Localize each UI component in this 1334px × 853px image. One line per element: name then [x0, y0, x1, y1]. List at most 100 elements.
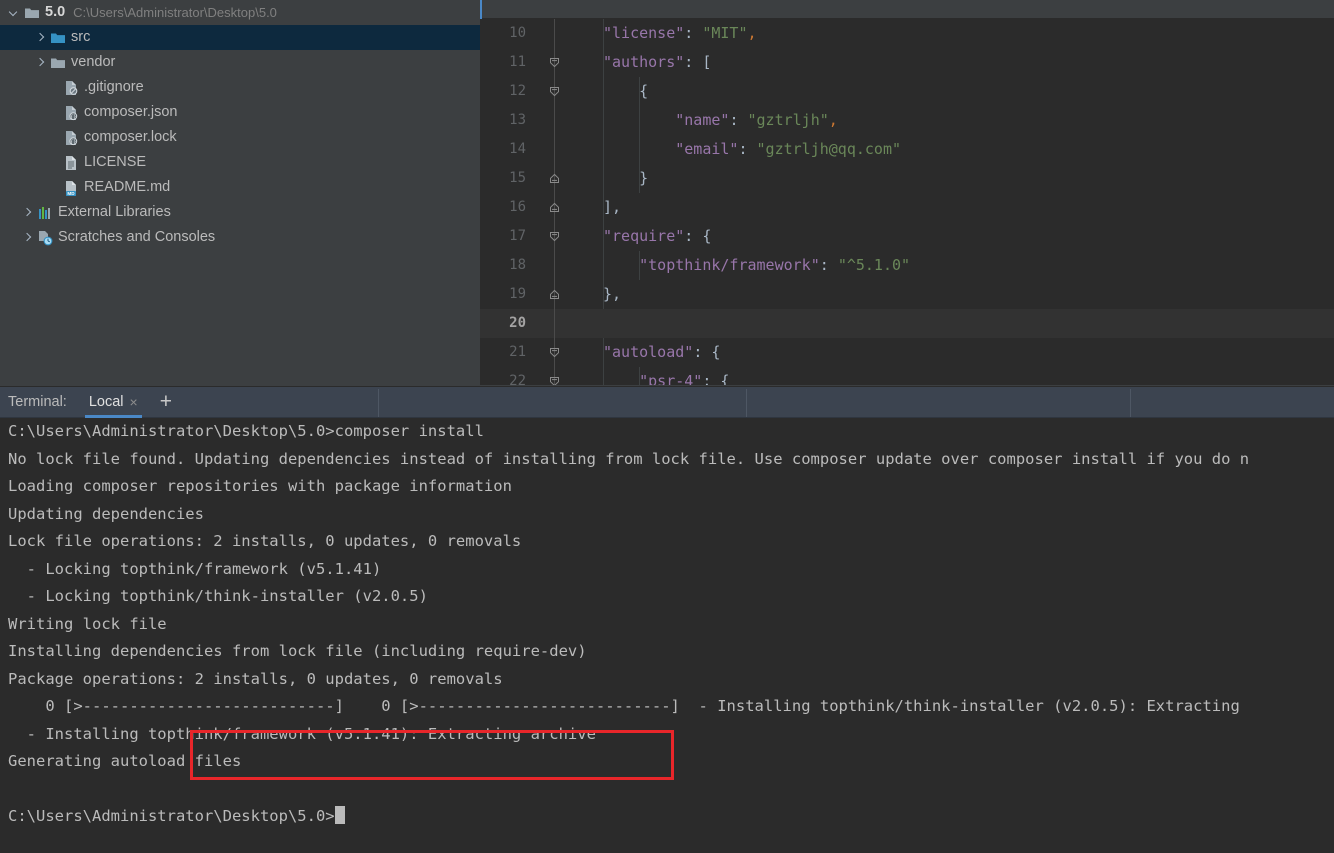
line-number: 16 [509, 199, 526, 215]
terminal-line: No lock file found. Updating dependencie… [8, 449, 1250, 468]
composer-lock-file-icon: {} [63, 130, 79, 146]
chevron-right-icon[interactable] [21, 206, 34, 219]
tree-item-label: README.md [84, 179, 171, 195]
svg-text:{}: {} [70, 114, 76, 120]
tree-item-label: composer.lock [84, 129, 177, 145]
terminal-line: - Locking topthink/think-installer (v2.0… [8, 587, 428, 605]
tree-item-label: composer.json [84, 104, 178, 120]
fold-guide-line [554, 19, 555, 48]
ide-window: 5.0 C:\Users\Administrator\Desktop\5.0 s… [0, 0, 1334, 853]
code-line[interactable]: 14 "email": "gztrljh@qq.com" [480, 135, 1334, 164]
code-text: } [603, 169, 649, 187]
fold-collapse-icon[interactable] [548, 367, 562, 385]
terminal-line: Loading composer repositories with packa… [8, 477, 512, 495]
fold-guide-line [554, 135, 555, 164]
gitignore-file-icon [63, 80, 79, 96]
line-number: 21 [509, 344, 526, 360]
fold-collapse-icon[interactable] [548, 77, 562, 106]
code-line[interactable]: 13 "name": "gztrljh", [480, 106, 1334, 135]
tree-row-src[interactable]: src [0, 25, 480, 50]
folder-icon [50, 30, 66, 46]
line-number: 10 [509, 25, 526, 41]
code-line[interactable]: 20 [480, 309, 1334, 338]
tree-row-root[interactable]: 5.0 C:\Users\Administrator\Desktop\5.0 [0, 0, 480, 25]
fold-guide-line [554, 106, 555, 135]
code-text: "autoload": { [603, 343, 721, 361]
chevron-right-icon[interactable] [34, 31, 47, 44]
code-text: "topthink/framework": "^5.1.0" [603, 256, 911, 274]
code-line[interactable]: 22 "psr-4": { [480, 367, 1334, 385]
fold-collapse-icon[interactable] [548, 338, 562, 367]
code-text: "require": { [603, 227, 712, 245]
fold-expand-icon[interactable] [548, 280, 562, 309]
composer-json-file-icon: {} [63, 105, 79, 121]
fold-collapse-icon[interactable] [548, 48, 562, 77]
terminal-cursor [334, 806, 345, 824]
terminal-line: Installing dependencies from lock file (… [8, 642, 587, 660]
terminal-line: Updating dependencies [8, 504, 204, 523]
chevron-right-icon[interactable] [34, 56, 47, 69]
add-terminal-tab-icon[interactable]: + [160, 391, 172, 412]
code-line[interactable]: 17 "require": { [480, 222, 1334, 251]
tree-row-composer-lock[interactable]: {} composer.lock [0, 125, 480, 150]
fold-collapse-icon[interactable] [548, 222, 562, 251]
code-text: "name": "gztrljh", [603, 111, 838, 129]
code-text: "license": "MIT", [603, 24, 757, 42]
code-line[interactable]: 21 "autoload": { [480, 338, 1334, 367]
code-line[interactable]: 11 "authors": [ [480, 48, 1334, 77]
tabbar-divider-1 [378, 389, 379, 417]
tree-row-license[interactable]: LICENSE [0, 150, 480, 175]
line-number: 18 [509, 257, 526, 273]
tree-row-readme-md[interactable]: MD README.md [0, 175, 480, 200]
chevron-down-icon[interactable] [8, 6, 21, 19]
tree-row-gitignore[interactable]: .gitignore [0, 75, 480, 100]
terminal-output[interactable]: C:\Users\Administrator\Desktop\5.0>compo… [0, 418, 1334, 853]
editor-top-strip [480, 0, 1334, 19]
line-number: 17 [509, 228, 526, 244]
terminal-line: - Locking topthink/framework (v5.1.41) [8, 559, 382, 578]
code-line[interactable]: 10 "license": "MIT", [480, 19, 1334, 48]
text-file-icon [63, 155, 79, 171]
line-number: 19 [509, 286, 526, 302]
tree-row-composer-json[interactable]: {} composer.json [0, 100, 480, 125]
close-icon[interactable]: × [130, 394, 138, 410]
terminal-line: Lock file operations: 2 installs, 0 upda… [8, 532, 522, 550]
fold-expand-icon[interactable] [548, 164, 562, 193]
terminal-tab-bar[interactable]: Terminal: Local × + [0, 386, 1334, 418]
code-line[interactable]: 16], [480, 193, 1334, 222]
terminal-line: 0 [>---------------------------] 0 [>---… [8, 697, 1240, 715]
terminal-tab-local[interactable]: Local × [84, 387, 142, 418]
terminal-line: C:\Users\Administrator\Desktop\5.0> [0, 803, 1334, 831]
terminal-line: C:\Users\Administrator\Desktop\5.0>compo… [8, 422, 484, 440]
code-line[interactable]: 19}, [480, 280, 1334, 309]
project-tool-window[interactable]: 5.0 C:\Users\Administrator\Desktop\5.0 s… [0, 0, 480, 385]
line-number: 20 [509, 315, 526, 331]
editor-pane[interactable]: 10 "license": "MIT", 11 "authors": [12 {13 … [480, 0, 1334, 385]
terminal-line: - Installing topthink/framework (v5.1.41… [8, 724, 596, 743]
code-line[interactable]: 12 { [480, 77, 1334, 106]
code-line[interactable]: 15 } [480, 164, 1334, 193]
line-number: 14 [509, 141, 526, 157]
tree-item-label: src [71, 29, 91, 45]
tree-row-external-libraries[interactable]: External Libraries [0, 200, 480, 225]
fold-guide-line [554, 309, 555, 338]
tree-row-scratches-and-consoles[interactable]: Scratches and Consoles [0, 225, 480, 250]
editor-code-area[interactable]: 10 "license": "MIT", 11 "authors": [12 {13 … [480, 19, 1334, 385]
tabbar-divider-2 [746, 389, 747, 417]
markdown-file-icon: MD [63, 180, 79, 196]
tree-row-vendor[interactable]: vendor [0, 50, 480, 75]
fold-expand-icon[interactable] [548, 193, 562, 222]
chevron-right-icon[interactable] [21, 231, 34, 244]
code-text: "psr-4": { [603, 372, 730, 385]
line-number: 13 [509, 112, 526, 128]
tree-item-label: Scratches and Consoles [58, 229, 216, 245]
svg-text:{}: {} [70, 139, 76, 145]
tree-item-label: vendor [71, 54, 116, 70]
code-line[interactable]: 18 "topthink/framework": "^5.1.0" [480, 251, 1334, 280]
fold-guide-line [554, 251, 555, 280]
